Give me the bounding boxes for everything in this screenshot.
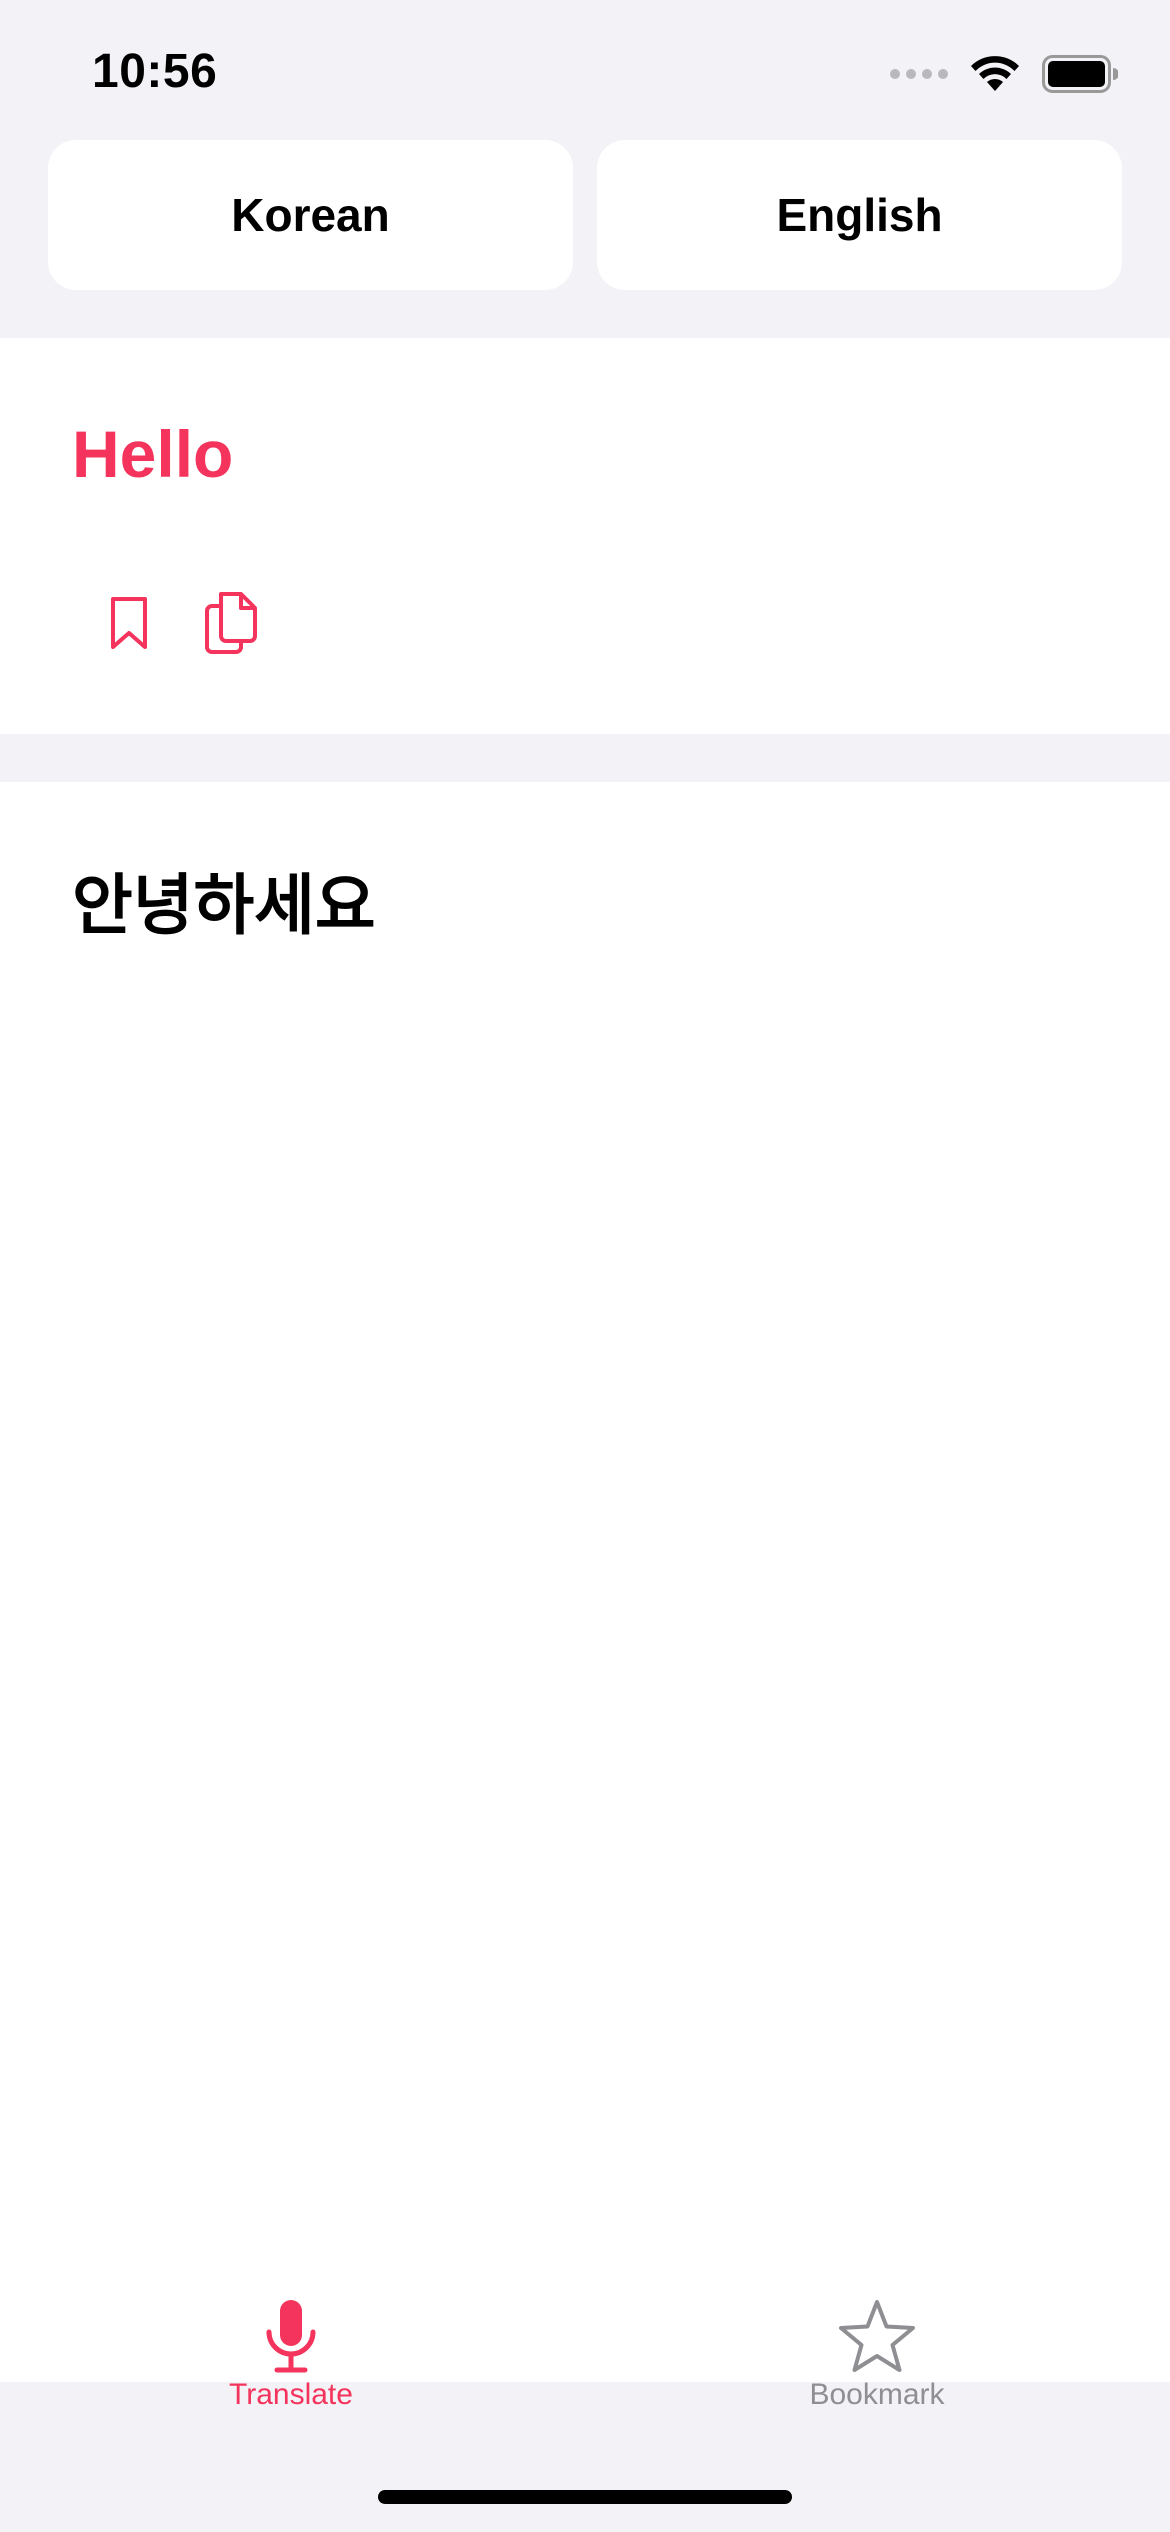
cellular-signal-icon xyxy=(890,69,948,79)
bookmark-button[interactable] xyxy=(100,590,158,656)
copy-icon xyxy=(205,592,257,654)
source-actions xyxy=(100,590,260,656)
tab-bookmark-label: Bookmark xyxy=(809,2378,945,2411)
source-card: Hello xyxy=(0,338,1170,734)
home-indicator[interactable] xyxy=(378,2490,792,2504)
star-icon xyxy=(839,2300,915,2372)
source-text[interactable]: Hello xyxy=(72,416,233,492)
source-language-button[interactable]: Korean xyxy=(48,140,573,290)
translation-card: 안녕하세요 xyxy=(0,782,1170,2382)
tab-bookmark[interactable]: Bookmark xyxy=(727,2298,1027,2412)
battery-icon xyxy=(1042,55,1118,93)
translation-text[interactable]: 안녕하세요 xyxy=(72,852,376,948)
status-icons xyxy=(890,52,1118,96)
status-time: 10:56 xyxy=(92,45,218,98)
tab-translate-label: Translate xyxy=(229,2378,353,2411)
tab-translate[interactable]: Translate xyxy=(141,2298,441,2412)
status-bar: 10:56 xyxy=(0,0,1170,140)
copy-button[interactable] xyxy=(202,590,260,656)
microphone-icon xyxy=(266,2300,316,2373)
wifi-icon xyxy=(971,56,1019,91)
bookmark-icon xyxy=(111,597,147,649)
language-selector: Korean English xyxy=(48,140,1122,290)
target-language-button[interactable]: English xyxy=(597,140,1122,290)
